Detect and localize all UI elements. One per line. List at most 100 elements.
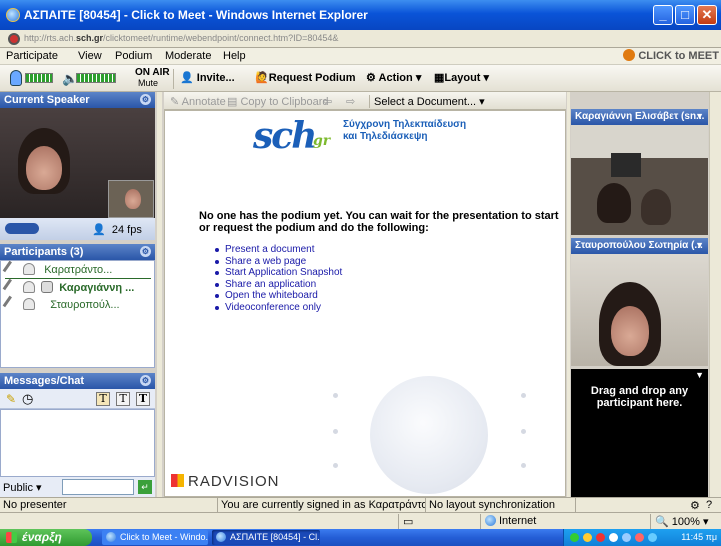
menu-view[interactable]: View xyxy=(78,50,102,62)
browser-status-bar: ▭ Internet 🔍 100% ▾ xyxy=(0,512,721,529)
tray-icon[interactable] xyxy=(583,533,592,542)
request-podium-button[interactable]: 🙋Request Podium xyxy=(255,71,356,84)
select-document-dropdown[interactable]: Select a Document... ▾ xyxy=(369,95,485,108)
option-videoconference-link[interactable]: Videoconference only xyxy=(215,302,342,314)
participant-name: Σταυροπούλ... xyxy=(50,299,120,311)
microphone-icon[interactable] xyxy=(10,70,22,86)
text-format-size-icon[interactable]: T xyxy=(136,392,150,406)
student-figure xyxy=(597,183,631,223)
clock[interactable]: 11:45 πμ xyxy=(681,532,717,542)
menu-podium[interactable]: Podium xyxy=(115,50,152,62)
help-icon[interactable]: ? xyxy=(706,499,712,511)
self-preview-thumbnail[interactable] xyxy=(108,180,154,218)
participants-options-icon[interactable]: ⚙ xyxy=(140,246,151,257)
participant-row[interactable]: Σταυροπούλ... xyxy=(2,295,120,314)
back-arrow-icon[interactable]: ⇦ xyxy=(323,95,332,108)
chevron-down-icon[interactable]: ▼ xyxy=(695,111,704,121)
tray-icon[interactable] xyxy=(596,533,605,542)
participant-face xyxy=(611,306,649,356)
minimize-button[interactable]: _ xyxy=(653,5,673,25)
maximize-button[interactable]: □ xyxy=(675,5,695,25)
action-menu-button[interactable]: ⚙ Action ▾ xyxy=(366,71,421,84)
sch-logo-suffix: gr xyxy=(313,133,331,149)
taskbar-item-active[interactable]: ΑΣΠΑΙΤΕ [80454] - Cl... xyxy=(212,530,320,545)
drop-zone-text: Drag and drop any participant here. xyxy=(590,385,689,409)
zoom-magnifier-icon: 🔍 xyxy=(655,516,669,528)
internet-globe-icon xyxy=(485,515,496,526)
tray-icon[interactable] xyxy=(648,533,657,542)
security-tray-icon[interactable] xyxy=(635,533,644,542)
chevron-down-icon[interactable]: ▼ xyxy=(695,240,704,250)
windows-flag-icon xyxy=(6,532,17,543)
menu-participate[interactable]: Participate xyxy=(6,50,58,62)
option-share-web-page-link[interactable]: Share a web page xyxy=(215,256,342,268)
address-bar[interactable]: http://rts.ach.sch.gr/clicktomeet/runtim… xyxy=(0,30,721,48)
chat-audience-select[interactable]: Public ▾ xyxy=(3,481,42,494)
layout-menu-button[interactable]: ▦Layout ▾ xyxy=(434,71,489,84)
url-text[interactable]: http://rts.ach.sch.gr/clicktomeet/runtim… xyxy=(24,33,338,43)
speaker-options-icon[interactable]: ⚙ xyxy=(140,94,151,105)
send-message-button[interactable]: ↵ xyxy=(138,480,152,494)
clipboard-icon: ▤ xyxy=(227,96,238,108)
text-format-italic-icon[interactable]: T xyxy=(116,392,130,406)
sch-logo: sch xyxy=(253,115,317,157)
right-panel-splitter[interactable] xyxy=(567,92,570,497)
history-clock-icon[interactable]: ◷ xyxy=(22,391,33,407)
on-air-mute-toggle[interactable]: ON AIR Mute xyxy=(135,68,170,89)
eraser-icon[interactable]: ✎ xyxy=(6,392,16,406)
zoom-level-button[interactable]: 🔍 100% ▾ xyxy=(650,514,721,529)
layout-sync-status: No layout synchronization xyxy=(426,498,576,512)
participant-row[interactable]: Καρατράντο... xyxy=(2,260,151,279)
video-pane-1-header[interactable]: Καραγιάννη Ελισάβετ (sn... ▼ xyxy=(571,109,708,125)
ie-icon xyxy=(216,532,226,542)
main-toolbar: 🔈 ON AIR Mute 👤 Invite... 🙋Request Podium… xyxy=(0,65,721,92)
taskbar-item[interactable]: Click to Meet - Windo... xyxy=(102,530,208,545)
network-tray-icon[interactable] xyxy=(570,533,579,542)
text-format-bold-icon[interactable]: T xyxy=(96,392,110,406)
menu-help[interactable]: Help xyxy=(223,50,246,62)
menu-moderate[interactable]: Moderate xyxy=(165,50,211,62)
participants-header: Participants (3) ⚙ xyxy=(0,244,155,260)
mic-level-slider[interactable] xyxy=(25,73,53,83)
start-button[interactable]: έναρξη xyxy=(0,529,92,546)
close-button[interactable]: ✕ xyxy=(697,5,717,25)
participants-list: Καρατράντο... Καραγιάννη ... Σταυροπούλ.… xyxy=(0,260,155,368)
participant-row[interactable]: Καραγιάννη ... xyxy=(2,278,134,297)
video-toggle-slider[interactable] xyxy=(5,223,39,234)
chevron-down-icon[interactable]: ▼ xyxy=(695,370,704,380)
decor-dot xyxy=(333,393,338,398)
copy-to-clipboard-button[interactable]: ▤ Copy to Clipboard xyxy=(227,95,329,108)
volume-tray-icon[interactable] xyxy=(609,533,618,542)
video-pane-2 xyxy=(571,254,708,366)
participant-drop-zone[interactable]: ▼ Drag and drop any participant here. xyxy=(571,369,708,497)
chat-options-icon[interactable]: ⚙ xyxy=(140,375,151,386)
invite-button[interactable]: 👤 Invite... xyxy=(180,71,235,84)
layout-grid-icon: ▦ xyxy=(434,72,445,84)
speaker-controls: 👤 24 fps xyxy=(0,218,155,240)
action-icon: ⚙ xyxy=(366,72,376,84)
tray-icon[interactable] xyxy=(622,533,631,542)
option-application-snapshot-link[interactable]: Start Application Snapshot xyxy=(215,267,342,279)
speaker-volume-slider[interactable] xyxy=(76,73,116,83)
video-pane-2-header[interactable]: Σταυροπούλου Σωτηρία (... ▼ xyxy=(571,238,708,254)
participant-name: Καρατράντο... xyxy=(44,264,113,276)
annotate-button[interactable]: ✎ Annotate xyxy=(170,95,226,108)
presentation-options-list: Present a document Share a web page Star… xyxy=(215,244,342,313)
left-panel-splitter[interactable] xyxy=(157,92,162,497)
chat-input[interactable] xyxy=(62,479,134,495)
radvision-logo-icon xyxy=(171,474,184,487)
status-tools-icon[interactable]: ⚙ xyxy=(690,499,700,512)
invite-person-icon: 👤 xyxy=(180,72,194,84)
forward-arrow-icon[interactable]: ⇨ xyxy=(346,95,355,108)
speaker-face xyxy=(26,146,62,190)
window-scrollbar[interactable] xyxy=(709,92,721,497)
application-status-bar: No presenter You are currently signed in… xyxy=(0,497,721,512)
sch-logo-tagline: Σύγχρονη Τηλεκπαίδευση και Τηλεδιάσκεψη xyxy=(343,119,467,142)
annotate-pen-icon xyxy=(2,278,20,296)
decor-dot xyxy=(333,463,338,468)
option-share-application-link[interactable]: Share an application xyxy=(215,279,342,291)
person-icon xyxy=(23,298,36,310)
option-present-document-link[interactable]: Present a document xyxy=(215,244,342,256)
option-whiteboard-link[interactable]: Open the whiteboard xyxy=(215,290,342,302)
site-icon xyxy=(8,33,20,45)
